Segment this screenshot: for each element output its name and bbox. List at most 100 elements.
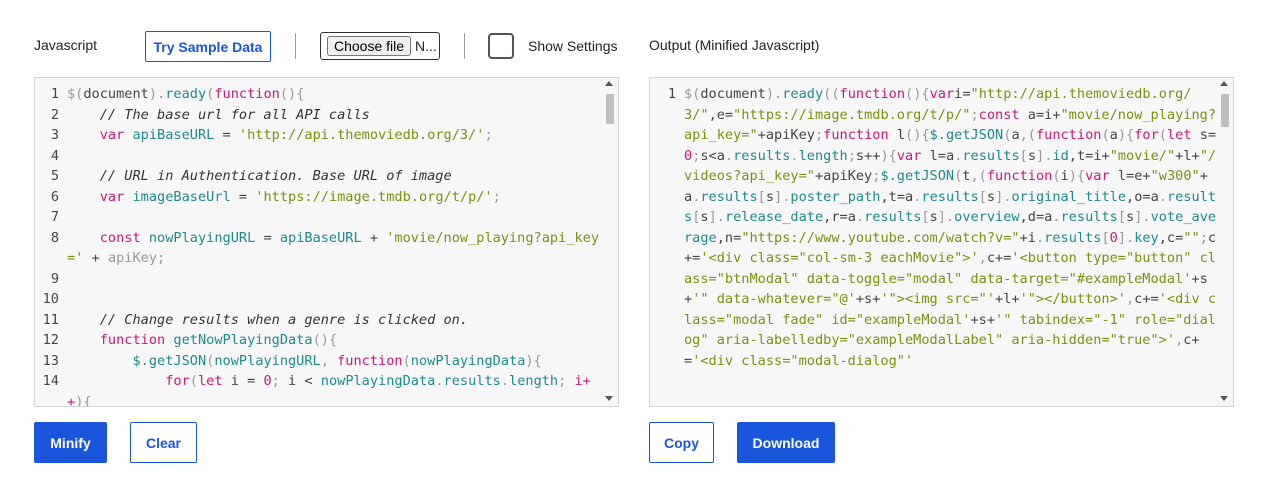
code-token: , xyxy=(978,250,987,266)
code-token: i < xyxy=(288,373,321,389)
clear-button[interactable]: Clear xyxy=(130,422,197,463)
file-input[interactable]: Choose file N... xyxy=(320,32,440,60)
code-token: // The base url for all API calls xyxy=(99,106,370,123)
code-token: c+= xyxy=(1134,291,1159,307)
line-number: 2 xyxy=(50,106,59,123)
scroll-up-icon[interactable] xyxy=(1220,81,1228,86)
line-number: 10 xyxy=(42,291,59,307)
code-token: function xyxy=(839,86,906,102)
code-token: var xyxy=(929,86,955,102)
code-token: results xyxy=(700,188,758,205)
code-token: s<a xyxy=(700,147,725,164)
code-token: s= xyxy=(1191,127,1217,143)
code-token: $.getJSON xyxy=(929,127,1004,143)
code-token: +apiKey xyxy=(757,127,815,143)
choose-file-button[interactable]: Choose file xyxy=(327,36,412,56)
code-token: [ xyxy=(978,188,987,205)
scroll-down-icon[interactable] xyxy=(605,396,613,401)
code-token: s xyxy=(1126,209,1135,225)
code-token: ){ xyxy=(75,393,92,407)
code-token: apiBaseURL xyxy=(279,229,362,246)
code-token: length xyxy=(798,147,848,164)
code-token: ; xyxy=(814,127,824,143)
code-token: ){ xyxy=(525,352,542,369)
code-token: s++ xyxy=(855,147,881,164)
code-token: [ xyxy=(1101,229,1110,246)
code-token: ; xyxy=(492,188,501,205)
code-token: ]. xyxy=(774,188,791,205)
code-text: $.getJSON(nowPlayingURL, function(nowPla… xyxy=(67,351,602,372)
code-token: + xyxy=(83,250,108,266)
code-token: document xyxy=(83,86,149,102)
code-text: // URL in Authentication. Base URL of im… xyxy=(67,166,602,187)
code-token: +s+ xyxy=(855,291,881,307)
code-token: document xyxy=(700,86,766,102)
output-code-content[interactable]: 1 $(document).ready((function(){vari="ht… xyxy=(650,84,1217,371)
code-token: + xyxy=(361,229,387,246)
code-token: ,e= xyxy=(708,106,734,123)
show-settings-label[interactable]: Show Settings xyxy=(528,38,618,54)
code-token: ,( xyxy=(1019,127,1036,143)
code-token: . xyxy=(1035,229,1045,246)
file-name-text: N... xyxy=(415,38,437,54)
code-token: nowPlayingData xyxy=(410,352,526,369)
code-token: ,( xyxy=(970,168,987,184)
code-token: var xyxy=(99,188,125,205)
code-text: var apiBaseURL = 'http://api.themoviedb.… xyxy=(67,125,602,146)
code-token: original_title xyxy=(1011,188,1127,205)
code-line: 1 $(document).ready((function(){vari="ht… xyxy=(650,84,1217,371)
scrollbar-thumb[interactable] xyxy=(1221,94,1229,127)
code-token: ; xyxy=(1199,229,1208,246)
show-settings-checkbox[interactable] xyxy=(488,33,514,59)
line-number: 5 xyxy=(50,168,59,184)
line-number: 9 xyxy=(50,270,59,287)
code-token: '"></button>' xyxy=(1019,291,1126,307)
code-token: $( xyxy=(67,86,84,102)
code-token: '<div class="col-sm-3 eachMovie">' xyxy=(700,250,979,266)
code-token: . xyxy=(1158,188,1167,205)
code-token: +s+ xyxy=(970,311,996,328)
input-code-editor[interactable]: 1 $(document).ready(function(){2 // The b… xyxy=(34,77,619,407)
try-sample-data-button[interactable]: Try Sample Data xyxy=(145,31,271,62)
code-token: id xyxy=(1052,147,1069,164)
code-token: poster_path xyxy=(790,188,881,205)
code-token: s xyxy=(929,209,938,225)
code-token: s xyxy=(700,209,709,225)
copy-button[interactable]: Copy xyxy=(649,422,714,463)
code-text: function getNowPlayingData(){ xyxy=(67,330,602,351)
code-token: . xyxy=(500,373,510,389)
code-token: (){ xyxy=(905,86,930,102)
code-token: [ xyxy=(757,188,766,205)
download-button[interactable]: Download xyxy=(737,422,835,463)
code-token: $( xyxy=(684,86,701,102)
scroll-up-icon[interactable] xyxy=(605,81,613,86)
code-token: for xyxy=(165,373,190,389)
code-token: // Change results when a genre is clicke… xyxy=(99,311,469,328)
code-line: 9 xyxy=(35,269,602,290)
line-number: 1 xyxy=(50,86,59,102)
output-editor-scrollbar[interactable] xyxy=(1217,78,1233,406)
code-token: '"><img src="' xyxy=(880,291,996,307)
output-code-editor[interactable]: 1 $(document).ready((function(){vari="ht… xyxy=(649,77,1234,407)
code-token: let xyxy=(1166,127,1192,143)
code-token: ]. xyxy=(708,209,725,225)
input-code-content[interactable]: 1 $(document).ready(function(){2 // The b… xyxy=(35,84,602,407)
code-token: ready xyxy=(782,86,824,102)
code-token: (){ xyxy=(312,332,338,348)
minify-button[interactable]: Minify xyxy=(34,422,107,463)
code-line: 7 xyxy=(35,207,602,228)
code-token: +l+ xyxy=(995,291,1020,307)
scroll-down-icon[interactable] xyxy=(1220,396,1228,401)
line-number: 8 xyxy=(50,229,59,246)
code-token: (){ xyxy=(905,127,930,143)
input-editor-scrollbar[interactable] xyxy=(602,78,618,406)
code-line: 11 // Change results when a genre is cli… xyxy=(35,310,602,331)
scrollbar-thumb[interactable] xyxy=(606,94,614,124)
